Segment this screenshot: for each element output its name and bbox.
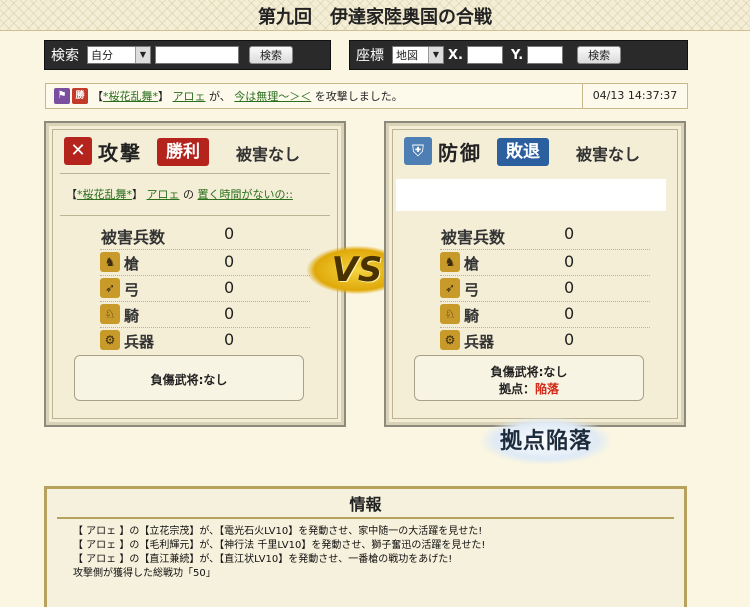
defender-base-status: 拠点：陥落 (498, 382, 560, 396)
attacker-alliance-link[interactable]: *桜花乱舞* (77, 188, 132, 201)
base-fallen-stamp: 拠点陥落 (482, 418, 610, 464)
attacker-injury-text: 負傷武将:なし (150, 373, 228, 387)
search-label: 検索 (51, 48, 79, 64)
attacker-player-link[interactable]: アロェ (147, 188, 180, 201)
helmet-icon: ⛨ (404, 137, 432, 165)
attack-damage-status: 被害なし (236, 145, 301, 164)
log-timestamp: 04/13 14:37:37 (582, 84, 687, 108)
attacker-unit-row: ♞ 槍 0 (100, 249, 310, 275)
info-panel: 情報 【 アロェ 】の【立花宗茂】が、【電光石火LV10】を発動させ、家中随一の… (44, 486, 687, 607)
victory-badge: 勝 (72, 88, 88, 104)
x-label: X. (448, 47, 463, 63)
defender-unit-row: ♘ 騎 0 (440, 301, 650, 327)
attacker-loss-value: 0 (224, 224, 235, 243)
horse-icon: ♘ (440, 304, 460, 324)
flag-icon: ⚑ (54, 88, 70, 104)
bow-icon: ➶ (100, 278, 120, 298)
attacker-unit-row: ➶ 弓 0 (100, 275, 310, 301)
y-coordinate-input[interactable] (527, 46, 564, 64)
info-line: 【 アロェ 】の【毛利輝元】が、【神行法 千里LV10】を発動させ、獅子奮迅の活… (73, 540, 486, 551)
defender-unit-row: ➶ 弓 0 (440, 275, 650, 301)
info-line: 【 アロェ 】の【直江兼続】が、【直江状LV10】を発動させ、一番槍の戦功をあげ… (73, 554, 453, 565)
defender-loss-value: 0 (564, 224, 575, 243)
spear-icon: ♞ (440, 252, 460, 272)
x-coordinate-input[interactable] (466, 46, 503, 64)
horse-icon: ♘ (100, 304, 120, 324)
attacker-castle-link[interactable]: 置く時間がないの:: (198, 188, 293, 201)
map-select[interactable]: 地図 ▼ (392, 46, 444, 64)
search-input[interactable] (155, 46, 239, 64)
spear-icon: ♞ (100, 252, 120, 272)
defender-origin-box (396, 179, 666, 211)
attacker-loss-label: 被害兵数 (101, 228, 166, 247)
attacker-player-link[interactable]: アロェ (173, 90, 206, 103)
page-header: 第九回 伊達家陸奥国の合戦 (0, 0, 750, 31)
y-label: Y. (510, 47, 524, 63)
info-line: 【 アロェ 】の【立花宗茂】が、【電光石火LV10】を発動させ、家中随一の大活躍… (73, 526, 483, 537)
search-bar: 検索 自分 ▼ 検索 (44, 40, 331, 70)
page-title: 第九回 伊達家陸奥国の合戦 (258, 7, 492, 28)
attacker-unit-row: ♘ 騎 0 (100, 301, 310, 327)
defender-injury-box: 負傷武将:なし 拠点：陥落 (414, 355, 644, 401)
attacker-origin: 【*桜花乱舞*】 アロェ の 置く時間がないの:: (66, 188, 293, 201)
attacker-unit-row: ⚙ 兵器 0 (100, 327, 310, 353)
crossed-swords-icon: ✕ (64, 137, 92, 165)
search-button[interactable]: 検索 (249, 46, 293, 64)
attacker-injury-box: 負傷武将:なし (74, 355, 304, 401)
siege-icon: ⚙ (100, 330, 120, 350)
coordinate-label: 座標 (356, 48, 384, 64)
defender-injury-text: 負傷武将:なし (490, 365, 568, 379)
coordinate-search-button[interactable]: 検索 (577, 46, 622, 64)
attack-label: 攻撃 (98, 141, 142, 165)
defense-label: 防御 (438, 141, 482, 165)
bow-icon: ➶ (440, 278, 460, 298)
defense-damage-status: 被害なし (576, 145, 641, 164)
defender-unit-row: ⚙ 兵器 0 (440, 327, 650, 353)
info-line: 攻撃側が獲得した総戦功「50」 (73, 568, 216, 579)
defense-result-badge: 敗退 (497, 138, 549, 166)
attack-result-badge: 勝利 (157, 138, 209, 166)
chevron-down-icon: ▼ (135, 47, 150, 63)
search-target-select[interactable]: 自分 ▼ (87, 46, 151, 64)
log-message: 【*桜花乱舞*】 アロェ が、 今は無理～＞＜ を攻撃しました。 (92, 90, 403, 103)
info-title: 情報 (349, 495, 382, 514)
alliance-link[interactable]: *桜花乱舞* (103, 90, 158, 103)
battle-log-entry: ⚑ 勝 【*桜花乱舞*】 アロェ が、 今は無理～＞＜ を攻撃しました。 04/… (45, 83, 688, 109)
defender-player-link[interactable]: 今は無理～＞＜ (234, 90, 311, 103)
siege-icon: ⚙ (440, 330, 460, 350)
defender-panel: ⛨ 防御 敗退 被害なし 被害兵数 0 ♞ 槍 0 ➶ 弓 0 ♘ 騎 0 ⚙ … (384, 121, 686, 427)
attacker-panel: ✕ 攻撃 勝利 被害なし 【*桜花乱舞*】 アロェ の 置く時間がないの:: 被… (44, 121, 346, 427)
coordinate-bar: 座標 地図 ▼ X. Y. 検索 (349, 40, 688, 70)
chevron-down-icon: ▼ (428, 47, 443, 63)
defender-loss-label: 被害兵数 (441, 228, 506, 247)
defender-unit-row: ♞ 槍 0 (440, 249, 650, 275)
info-lines: 【 アロェ 】の【立花宗茂】が、【電光石火LV10】を発動させ、家中随一の大活躍… (73, 525, 485, 581)
